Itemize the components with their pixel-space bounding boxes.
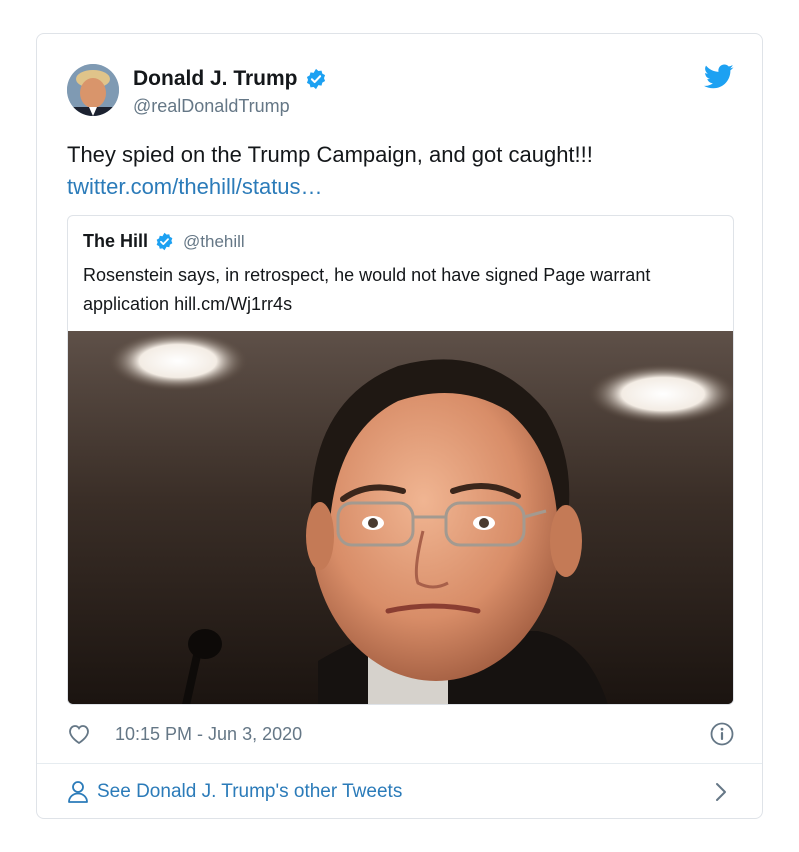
quoted-tweet-header[interactable]: The Hill @thehill xyxy=(83,231,245,252)
verified-badge-icon xyxy=(306,68,325,90)
author-name-row[interactable]: Donald J. Trump xyxy=(133,67,327,91)
portrait-photo xyxy=(68,331,733,704)
quoted-tweet-text: Rosenstein says, in retrospect, he would… xyxy=(83,265,651,314)
person-icon xyxy=(68,781,88,803)
tweet-meta-row: 10:15 PM - Jun 3, 2020 xyxy=(67,722,734,748)
quoted-author-name[interactable]: The Hill xyxy=(83,231,148,252)
quoted-author-handle[interactable]: @thehill xyxy=(183,232,245,252)
tweet-text: They spied on the Trump Campaign, and go… xyxy=(67,142,593,167)
tweet-timestamp[interactable]: 10:15 PM - Jun 3, 2020 xyxy=(115,724,302,745)
author-handle[interactable]: @realDonaldTrump xyxy=(133,96,290,117)
chevron-right-icon[interactable] xyxy=(714,781,728,803)
see-other-tweets-label[interactable]: See Donald J. Trump's other Tweets xyxy=(97,781,402,803)
verified-badge-icon xyxy=(156,232,173,251)
heart-icon[interactable] xyxy=(67,723,91,745)
info-icon[interactable] xyxy=(710,722,734,746)
tweet-link[interactable]: twitter.com/thehill/status… xyxy=(67,171,323,202)
quoted-tweet[interactable]: The Hill @thehill Rosenstein says, in re… xyxy=(67,215,734,705)
footer-divider xyxy=(37,763,762,764)
quoted-tweet-photo[interactable] xyxy=(68,331,733,704)
author-avatar[interactable] xyxy=(67,64,119,116)
avatar-image xyxy=(67,64,119,116)
tweet-embed-card[interactable]: Donald J. Trump @realDonaldTrump They sp… xyxy=(36,33,763,819)
twitter-bird-icon[interactable] xyxy=(704,64,734,90)
author-name[interactable]: Donald J. Trump xyxy=(133,67,298,91)
see-other-tweets-link[interactable]: See Donald J. Trump's other Tweets xyxy=(67,779,734,805)
